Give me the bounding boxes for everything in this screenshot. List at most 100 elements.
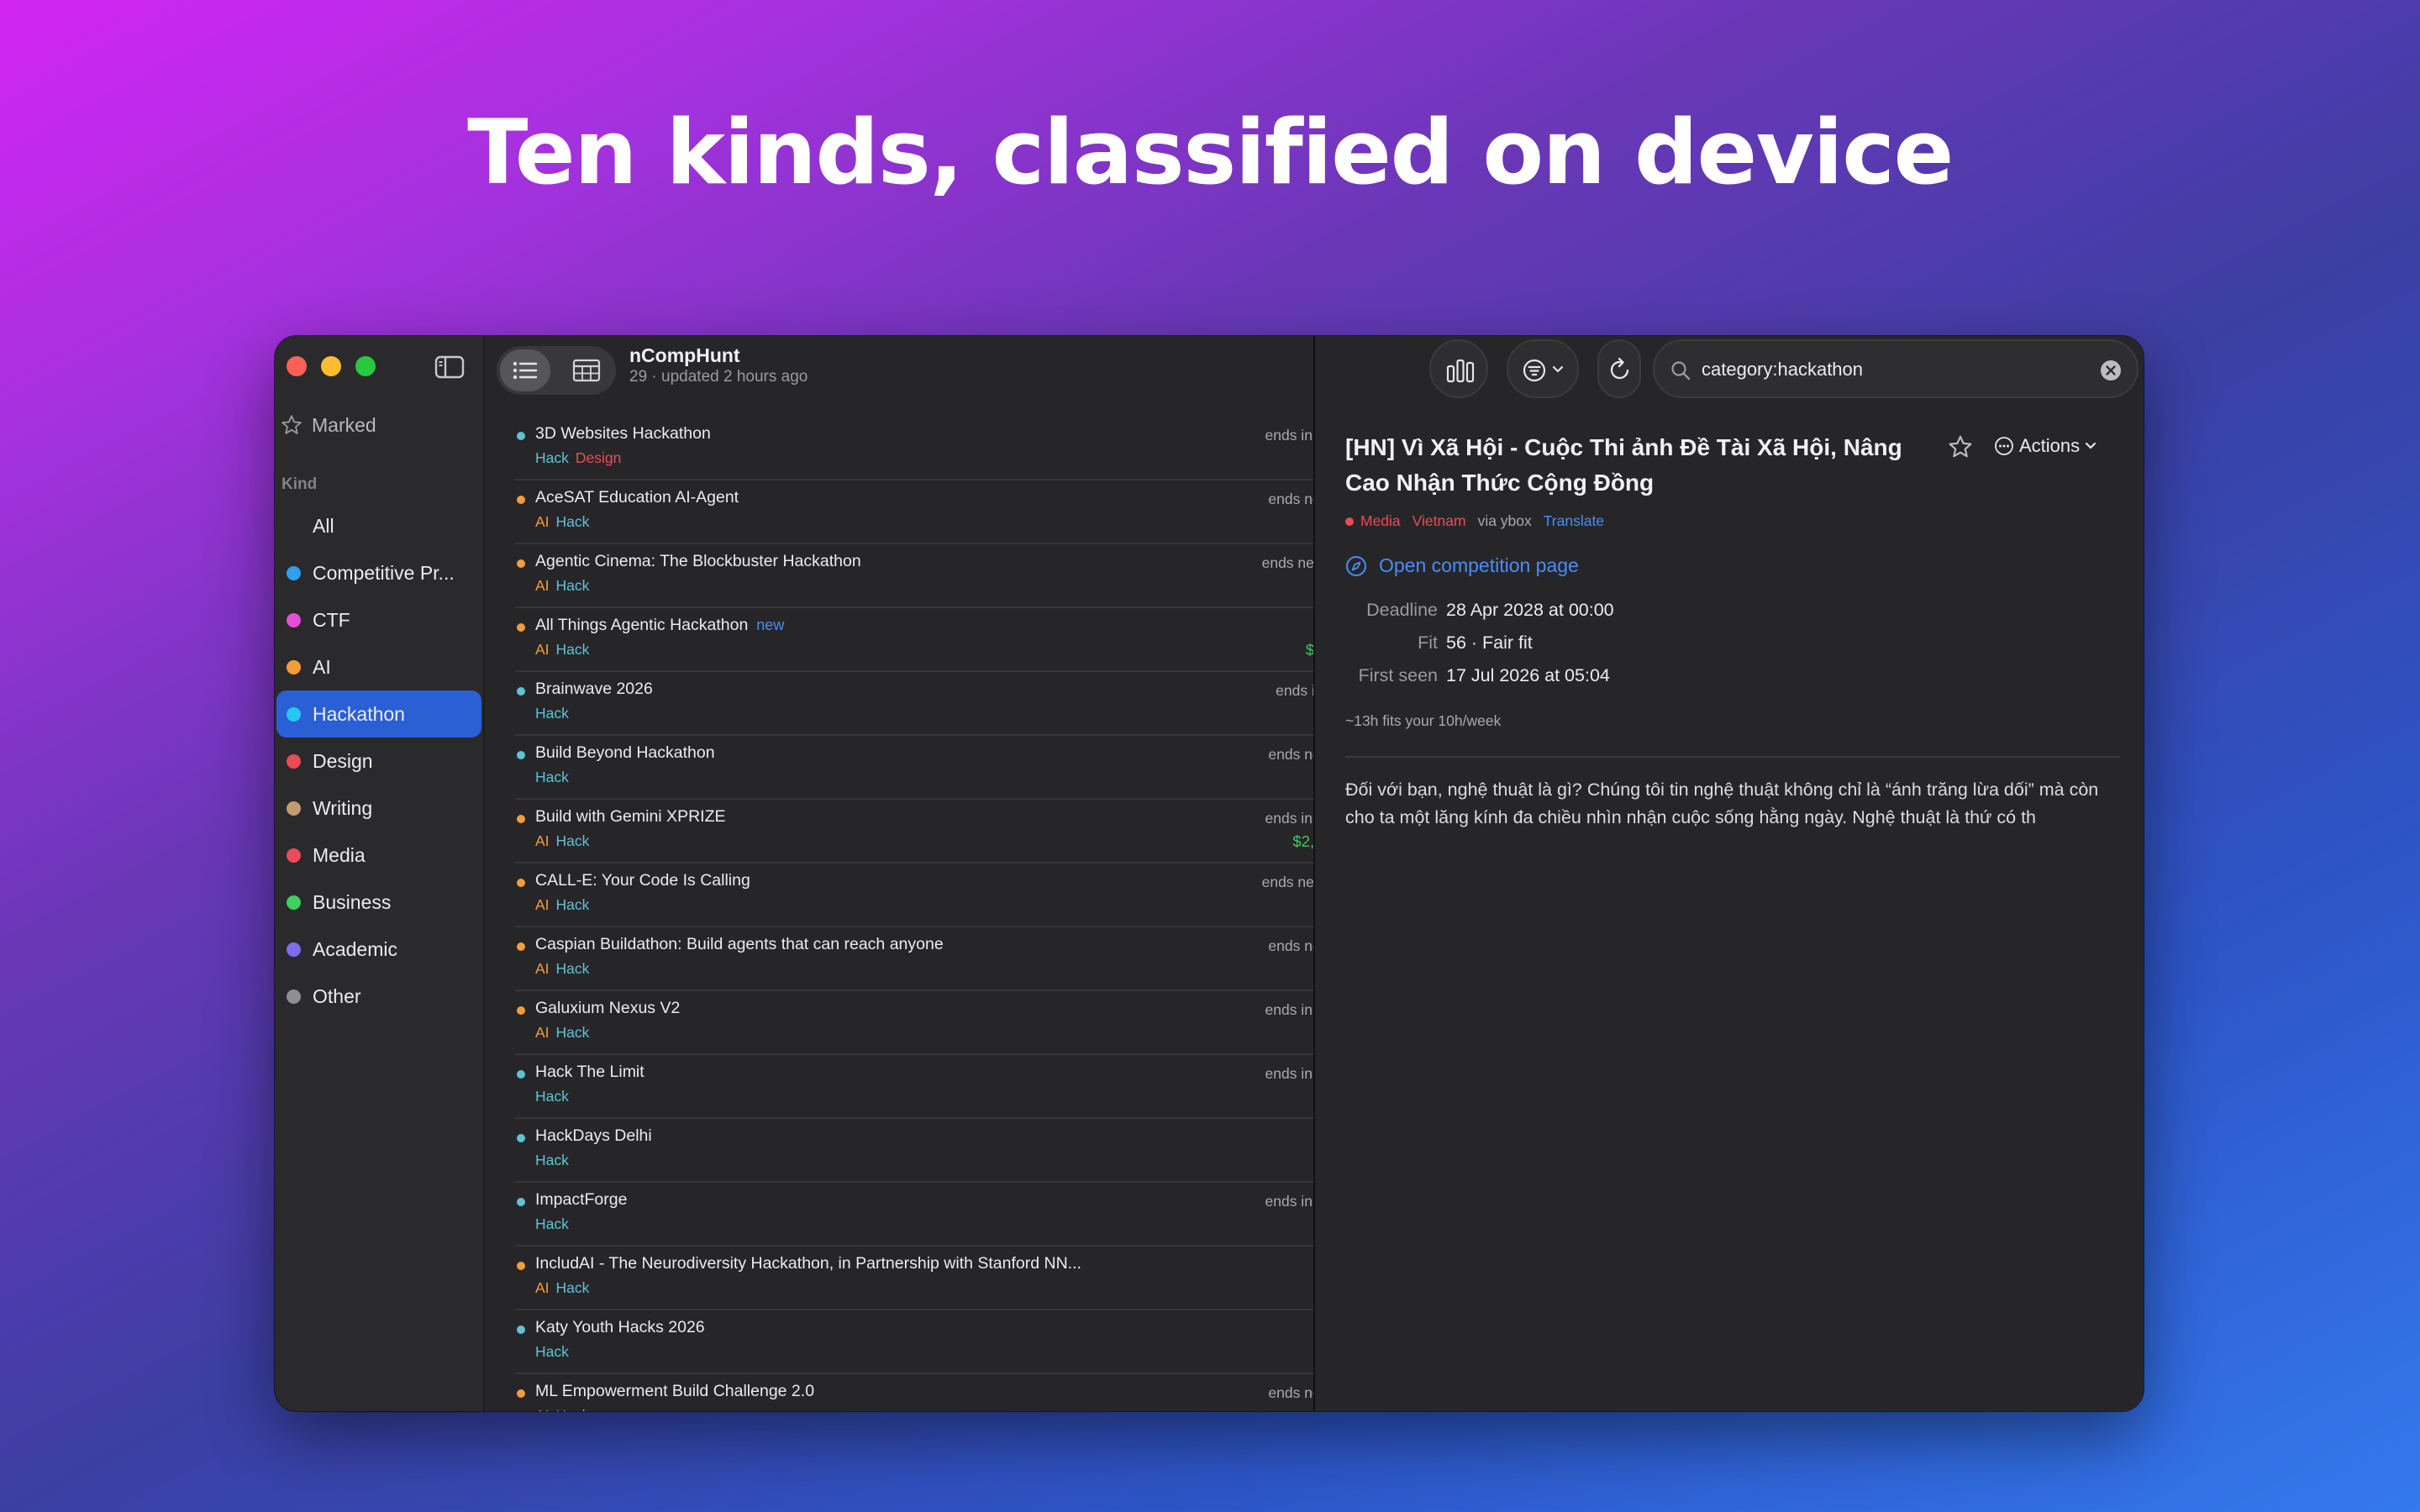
list-item-title: Katy Youth Hacks 2026 bbox=[535, 1318, 1140, 1337]
sidebar-item-marked[interactable]: Marked bbox=[280, 413, 376, 437]
stats-button[interactable] bbox=[1429, 339, 1488, 398]
translate-link[interactable]: Translate bbox=[1544, 512, 1604, 530]
list-item[interactable]: CALL-E: Your Code Is Calling AI Hack ends n… bbox=[515, 864, 1376, 927]
sidebar-item-all[interactable]: All bbox=[276, 502, 481, 549]
app-window: Marked Kind All Competitive Pr... CTF AI… bbox=[275, 336, 2144, 1411]
first-seen-field: First seen 17 Jul 2026 at 05:04 bbox=[1345, 665, 1933, 692]
zoom-window-button[interactable] bbox=[355, 356, 376, 376]
refresh-button[interactable] bbox=[1597, 339, 1641, 398]
list-view-icon[interactable] bbox=[511, 357, 539, 384]
chevron-down-icon bbox=[2086, 442, 2096, 449]
tag-media: Media bbox=[1360, 512, 1401, 529]
actions-menu-button[interactable]: Actions bbox=[1994, 435, 2096, 457]
sidebar-item-writing[interactable]: Writing bbox=[276, 785, 481, 832]
open-link-label: Open competition page bbox=[1379, 554, 1579, 576]
tag-ai: AI bbox=[535, 896, 550, 913]
table-view-icon[interactable] bbox=[572, 357, 601, 384]
tag-design: Design bbox=[575, 449, 622, 466]
minimize-window-button[interactable] bbox=[321, 356, 341, 376]
list-item[interactable]: Brainwave 2026Hackends in 4 days$550 bbox=[515, 672, 1376, 736]
list-item[interactable]: Build Beyond HackathonHackends next week… bbox=[515, 736, 1376, 800]
list-item[interactable]: Katy Youth Hacks 2026Hackdevpost$0 bbox=[515, 1310, 1376, 1374]
close-window-button[interactable] bbox=[287, 356, 307, 376]
search-field[interactable] bbox=[1653, 339, 2139, 398]
app-title: nCompHunt bbox=[629, 344, 740, 366]
status-dot bbox=[517, 623, 525, 632]
list-item-tags: AI Hack bbox=[535, 513, 596, 531]
filter-menu-button[interactable] bbox=[1507, 339, 1579, 398]
sidebar-item-ai[interactable]: AI bbox=[276, 643, 481, 690]
sidebar-item-label: Competitive Pr... bbox=[313, 561, 455, 584]
open-competition-page-link[interactable]: Open competition page bbox=[1345, 554, 1579, 577]
tag-hack: Hack bbox=[555, 577, 590, 594]
tag-hack: Hack bbox=[555, 1279, 590, 1296]
source-label: via ybox bbox=[1477, 512, 1532, 529]
competition-title: [HN] Vì Xã Hội - Cuộc Thi ảnh Đề Tài Xã … bbox=[1345, 434, 1902, 496]
list-item[interactable]: 3D Websites HackathonHackDesignends in 4… bbox=[515, 417, 1376, 480]
list-item[interactable]: Agentic Cinema: The Blockbuster Hackatho… bbox=[515, 544, 1376, 608]
status-dot bbox=[517, 1134, 525, 1142]
competition-list: 3D Websites HackathonHackDesignends in 4… bbox=[515, 417, 1376, 1411]
list-item[interactable]: All Things Agentic HackathonnewAIHackdev… bbox=[515, 608, 1376, 672]
category-dot bbox=[287, 753, 301, 769]
sidebar-item-other[interactable]: Other bbox=[276, 973, 481, 1020]
search-input[interactable] bbox=[1700, 353, 2090, 386]
sidebar-item-academic[interactable]: Academic bbox=[276, 926, 481, 973]
title-text: ImpactForge bbox=[535, 1190, 628, 1209]
kind-section-header: Kind bbox=[281, 475, 318, 493]
tag-hack: Hack bbox=[556, 1407, 590, 1411]
sidebar-toggle-icon[interactable] bbox=[434, 354, 465, 380]
star-icon bbox=[281, 415, 302, 434]
field-label: Fit bbox=[1418, 633, 1438, 653]
sidebar-item-design[interactable]: Design bbox=[276, 738, 481, 785]
sidebar-item-media[interactable]: Media bbox=[276, 832, 481, 879]
detail-pane: [HN] Vì Xã Hội - Cuộc Thi ảnh Đề Tài Xã … bbox=[1313, 336, 2144, 1411]
sidebar-item-hackathon[interactable]: Hackathon bbox=[276, 690, 481, 738]
list-item-tags: Hack bbox=[535, 1088, 576, 1105]
sidebar-item-ctf[interactable]: CTF bbox=[276, 596, 481, 643]
list-item[interactable]: Build with Gemini XPRIZEAIHackends in 2 … bbox=[515, 800, 1376, 864]
title-text: Brainwave 2026 bbox=[535, 680, 653, 698]
list-item[interactable]: ML Empowerment Build Challenge 2.0 AI Hack… bbox=[515, 1374, 1376, 1411]
category-dot bbox=[287, 612, 301, 627]
list-item[interactable]: Caspian Buildathon: Build agents that ca… bbox=[515, 927, 1376, 991]
sidebar-item-competitive-programming[interactable]: Competitive Pr... bbox=[276, 549, 481, 596]
filter-icon bbox=[1523, 359, 1546, 382]
status-dot bbox=[517, 687, 525, 696]
list-item[interactable]: AceSAT Education AI-AgentAIHackends next… bbox=[515, 480, 1376, 544]
tag-ai: AI bbox=[535, 960, 550, 977]
list-item-title: Hack The Limit bbox=[535, 1063, 1140, 1082]
list-item-tags: Hack bbox=[535, 1215, 576, 1233]
new-badge: new bbox=[756, 617, 785, 633]
list-item-title: All Things Agentic Hackathon new bbox=[535, 616, 1140, 635]
tag-ai: AI bbox=[535, 1024, 550, 1041]
tag-hack: Hack bbox=[535, 1152, 569, 1168]
list-item-title: IncludAI - The Neurodiversity Hackathon,… bbox=[535, 1254, 1140, 1273]
list-item[interactable]: ImpactForgeHackends in 3 weeks$300 bbox=[515, 1183, 1376, 1247]
sidebar-item-business[interactable]: Business bbox=[276, 879, 481, 926]
list-item-tags: Hack bbox=[535, 1343, 576, 1361]
status-dot bbox=[517, 751, 525, 759]
view-mode-segmented-control bbox=[497, 346, 616, 395]
sidebar-item-label: Marked bbox=[312, 413, 376, 436]
clear-search-icon[interactable] bbox=[2100, 360, 2122, 381]
divider bbox=[1345, 756, 2120, 758]
window-controls bbox=[287, 356, 376, 376]
tag-vietnam: Vietnam bbox=[1412, 512, 1466, 529]
list-item[interactable]: HackDays DelhiHackdevpost$0 bbox=[515, 1119, 1376, 1183]
sidebar-item-label: Media bbox=[313, 843, 366, 866]
list-item[interactable]: IncludAI - The Neurodiversity Hackathon,… bbox=[515, 1247, 1376, 1310]
list-item[interactable]: Hack The LimitHackends in 3 weeks$350 bbox=[515, 1055, 1376, 1119]
sidebar-item-label: Other bbox=[313, 984, 361, 1007]
kind-list: All Competitive Pr... CTF AI Hackathon D… bbox=[275, 502, 483, 1020]
tag-hack: Hack bbox=[555, 513, 590, 530]
star-icon[interactable] bbox=[1947, 433, 1974, 460]
sidebar: Marked Kind All Competitive Pr... CTF AI… bbox=[275, 336, 485, 1411]
title-text: Build with Gemini XPRIZE bbox=[535, 807, 726, 826]
deadline-field: Deadline 28 Apr 2028 at 00:00 bbox=[1345, 600, 1933, 627]
sidebar-item-label: Writing bbox=[313, 796, 373, 819]
list-item[interactable]: Galuxium Nexus V2AIHackends in 4 weeks$2… bbox=[515, 991, 1376, 1055]
tag-hack: Hack bbox=[535, 705, 569, 722]
status-dot bbox=[517, 1006, 525, 1015]
list-item-title: CALL-E: Your Code Is Calling bbox=[535, 871, 1140, 890]
